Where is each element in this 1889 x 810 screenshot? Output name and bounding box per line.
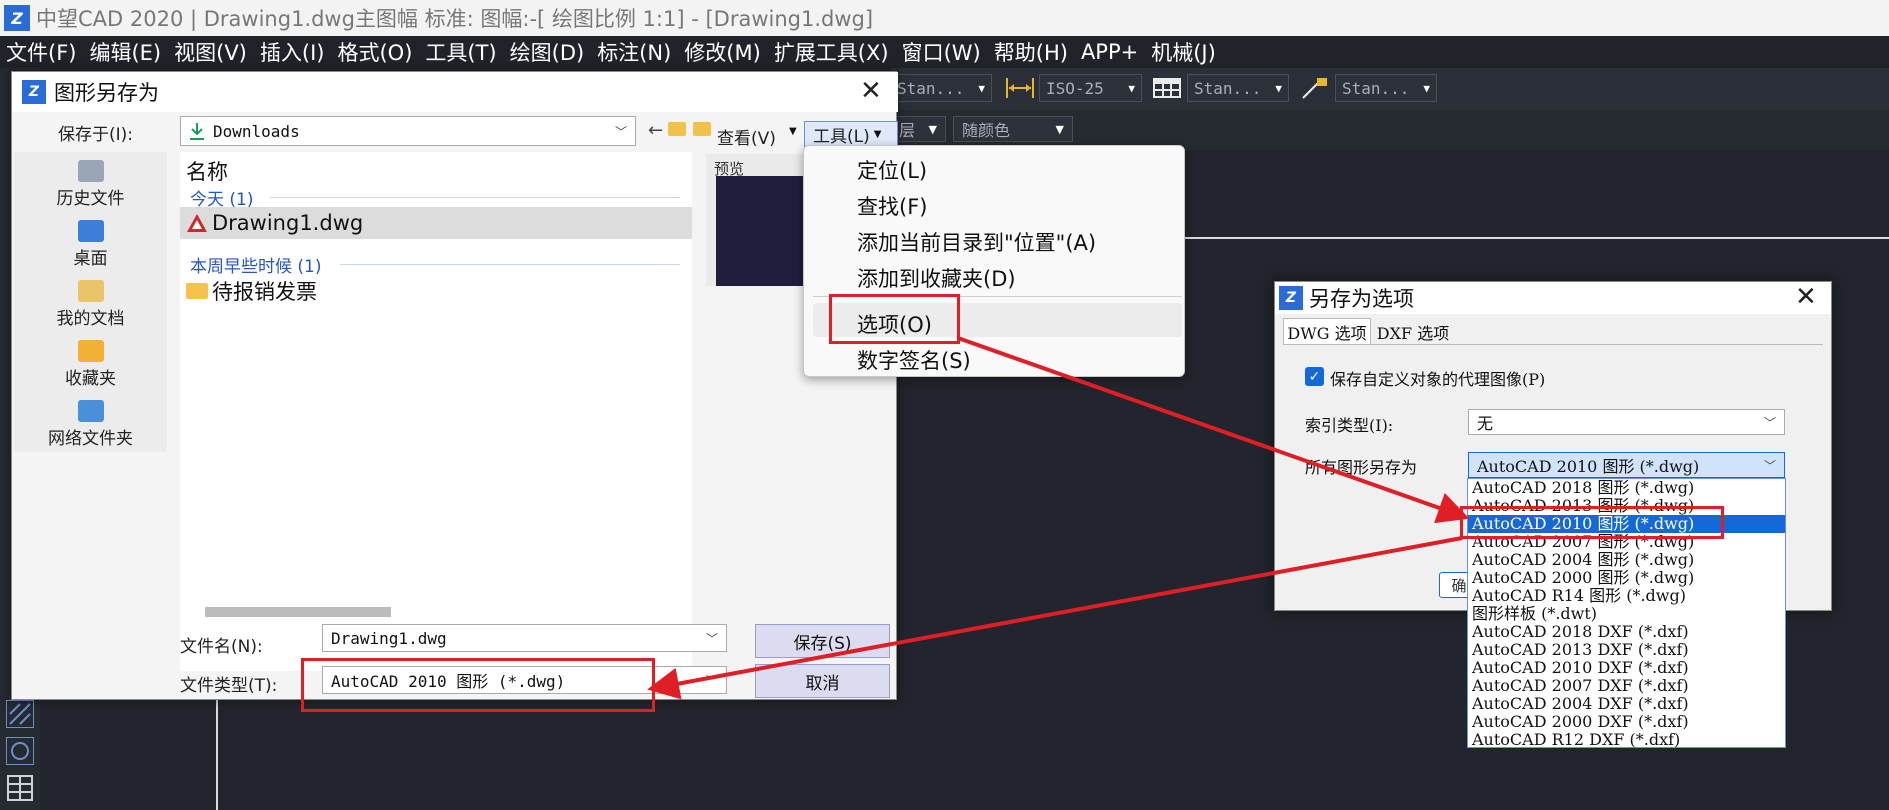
arrow-options-to-format	[957, 336, 1470, 524]
annotation-arrows	[647, 336, 1470, 700]
arrow-format-to-filetype	[647, 536, 1463, 700]
